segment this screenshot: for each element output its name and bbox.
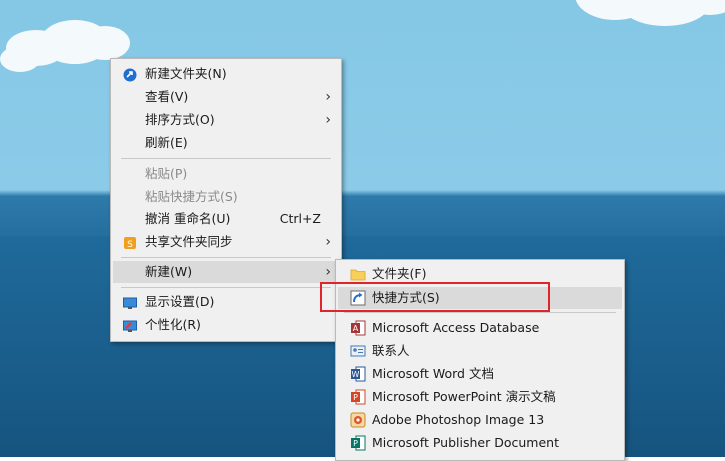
menu-item-paste[interactable]: 粘贴(P): [113, 163, 339, 185]
menu-item-label: 刷新(E): [145, 135, 188, 150]
svg-text:A: A: [353, 324, 359, 333]
menu-item-view[interactable]: 查看(V) ›: [113, 86, 339, 108]
chevron-right-icon: ›: [325, 89, 331, 105]
svg-text:P: P: [353, 393, 358, 402]
menu-item-label: 共享文件夹同步: [145, 234, 233, 249]
menu-item-label: 查看(V): [145, 89, 189, 104]
cloud: [0, 46, 40, 72]
submenu-item-label: Microsoft Access Database: [372, 320, 540, 335]
submenu-item-label: Adobe Photoshop Image 13: [372, 412, 545, 427]
menu-item-label: 撤消 重命名(U): [145, 211, 231, 226]
sync-s-icon: S: [123, 235, 137, 250]
new-folder-pin-icon: [123, 67, 137, 82]
menu-separator: [344, 312, 616, 313]
menu-item-label: 新建(W): [145, 264, 193, 279]
chevron-right-icon: ›: [325, 112, 331, 128]
publisher-icon: P: [350, 435, 366, 451]
word-icon: W: [350, 366, 366, 382]
submenu-item-label: 联系人: [372, 343, 410, 358]
svg-text:P: P: [353, 439, 358, 448]
menu-separator: [121, 287, 331, 288]
display-settings-icon: [123, 295, 137, 309]
chevron-right-icon: ›: [325, 234, 331, 250]
submenu-item-access-database[interactable]: A Microsoft Access Database: [338, 317, 622, 339]
menu-item-display-settings[interactable]: 显示设置(D): [113, 291, 339, 313]
powerpoint-icon: P: [350, 389, 366, 405]
svg-text:W: W: [352, 370, 360, 379]
menu-item-undo-rename[interactable]: 撤消 重命名(U) Ctrl+Z: [113, 208, 339, 230]
menu-item-label: 排序方式(O): [145, 112, 215, 127]
photoshop-icon: [350, 412, 366, 428]
submenu-item-label: Microsoft Word 文档: [372, 366, 494, 381]
desktop-context-menu: 新建文件夹(N) 查看(V) › 排序方式(O) › 刷新(E) 粘贴(P) 粘…: [110, 58, 342, 342]
submenu-item-contact[interactable]: 联系人: [338, 340, 622, 362]
menu-item-sort-by[interactable]: 排序方式(O) ›: [113, 109, 339, 131]
menu-item-label: 粘贴(P): [145, 166, 188, 181]
menu-item-shared-folder-sync[interactable]: S 共享文件夹同步 ›: [113, 231, 339, 253]
svg-text:S: S: [127, 240, 133, 250]
menu-separator: [121, 257, 331, 258]
sea-band: [0, 196, 725, 236]
access-icon: A: [350, 320, 366, 336]
chevron-right-icon: ›: [325, 264, 331, 280]
menu-item-paste-shortcut[interactable]: 粘贴快捷方式(S): [113, 186, 339, 208]
folder-icon: [350, 266, 366, 282]
submenu-item-publisher-document[interactable]: P Microsoft Publisher Document: [338, 432, 622, 454]
menu-item-refresh[interactable]: 刷新(E): [113, 132, 339, 154]
annotation-highlight-box: [320, 282, 550, 312]
menu-separator: [121, 158, 331, 159]
personalize-icon: [123, 318, 137, 332]
submenu-item-powerpoint-presentation[interactable]: P Microsoft PowerPoint 演示文稿: [338, 386, 622, 408]
menu-item-shortcut: Ctrl+Z: [279, 211, 321, 226]
menu-item-label: 新建文件夹(N): [145, 66, 227, 81]
contact-icon: [350, 343, 366, 359]
menu-item-label: 粘贴快捷方式(S): [145, 189, 238, 204]
menu-item-label: 个性化(R): [145, 317, 201, 332]
menu-item-label: 显示设置(D): [145, 294, 215, 309]
menu-item-new-folder[interactable]: 新建文件夹(N): [113, 63, 339, 85]
cloud: [80, 26, 130, 60]
submenu-item-label: Microsoft PowerPoint 演示文稿: [372, 389, 556, 404]
submenu-item-word-document[interactable]: W Microsoft Word 文档: [338, 363, 622, 385]
submenu-item-photoshop-image[interactable]: Adobe Photoshop Image 13: [338, 409, 622, 431]
menu-item-personalize[interactable]: 个性化(R): [113, 314, 339, 336]
submenu-item-label: Microsoft Publisher Document: [372, 435, 559, 450]
menu-item-new[interactable]: 新建(W) ›: [113, 261, 339, 283]
